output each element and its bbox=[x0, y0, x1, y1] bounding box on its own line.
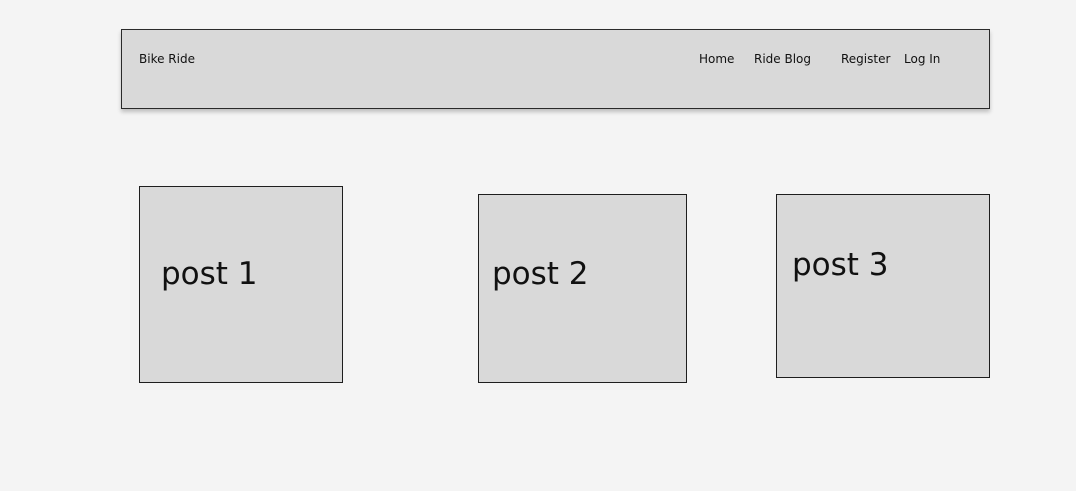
nav-link-ride-blog[interactable]: Ride Blog bbox=[754, 52, 811, 66]
post-card-1[interactable]: post 1 bbox=[139, 186, 343, 383]
nav-link-home[interactable]: Home bbox=[699, 52, 734, 66]
site-brand[interactable]: Bike Ride bbox=[139, 52, 195, 66]
post-card-3[interactable]: post 3 bbox=[776, 194, 990, 378]
nav-link-log-in[interactable]: Log In bbox=[904, 52, 940, 66]
post-title: post 3 bbox=[792, 247, 889, 283]
nav-link-register[interactable]: Register bbox=[841, 52, 890, 66]
top-navbar: Bike Ride Home Ride Blog Register Log In bbox=[121, 29, 990, 109]
post-card-2[interactable]: post 2 bbox=[478, 194, 687, 383]
post-title: post 2 bbox=[492, 256, 589, 292]
post-title: post 1 bbox=[161, 256, 258, 292]
